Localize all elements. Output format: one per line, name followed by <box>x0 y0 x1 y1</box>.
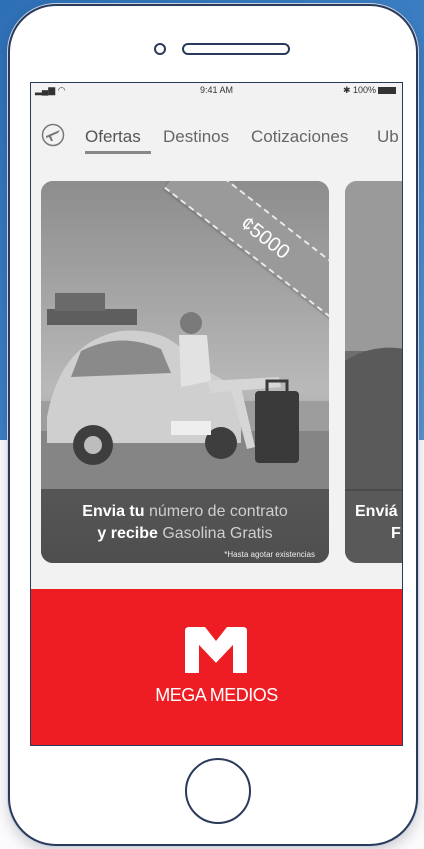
top-nav: Ofertas Destinos Cotizaciones Ub <box>31 113 402 154</box>
promo-caption-box: Envia tu número de contrato y recibe Gas… <box>41 489 329 563</box>
mega-medios-logo-icon <box>185 627 247 673</box>
caption-line1-b: número de contrato <box>148 503 288 520</box>
active-tab-indicator <box>85 151 151 154</box>
next-caption-line2: F <box>391 525 401 542</box>
airplane-icon[interactable] <box>41 123 65 147</box>
next-caption: Enviá F <box>355 501 401 545</box>
next-promo-card[interactable]: Enviá F <box>345 181 402 563</box>
status-bar: ▂▄▆ ◠ 9:41 AM ✱ 100% <box>31 83 402 99</box>
battery-icon <box>378 87 396 95</box>
caption-line1-a: Envia tu <box>82 503 149 520</box>
phone-screen: ▂▄▆ ◠ 9:41 AM ✱ 100% Ofertas Destinos Co… <box>30 82 403 746</box>
speaker-icon <box>182 43 290 55</box>
battery-status: ✱ 100% <box>343 85 396 96</box>
next-caption-line1: Enviá <box>355 503 398 520</box>
brand-banner: MEGA MEDIOS <box>31 589 402 745</box>
next-caption-box: Enviá F <box>345 489 402 563</box>
promo-fineprint: *Hasta agotar existencias <box>224 550 315 559</box>
battery-label: ✱ 100% <box>342 85 376 95</box>
camera-icon <box>154 43 166 55</box>
tab-ubicaciones[interactable]: Ub <box>377 127 399 147</box>
tab-cotizaciones[interactable]: Cotizaciones <box>251 127 348 147</box>
tab-ofertas[interactable]: Ofertas <box>85 127 141 147</box>
caption-line2-b: Gasolina Gratis <box>162 525 273 542</box>
home-button[interactable] <box>185 758 251 824</box>
caption-line2-a: y recibe <box>97 525 163 542</box>
brand-name: MEGA MEDIOS <box>155 685 278 705</box>
promo-caption: Envia tu número de contrato y recibe Gas… <box>41 501 329 545</box>
tab-destinos[interactable]: Destinos <box>163 127 229 147</box>
promo-card[interactable]: ¢5000 Envia tu número de contrato y reci… <box>41 181 329 563</box>
